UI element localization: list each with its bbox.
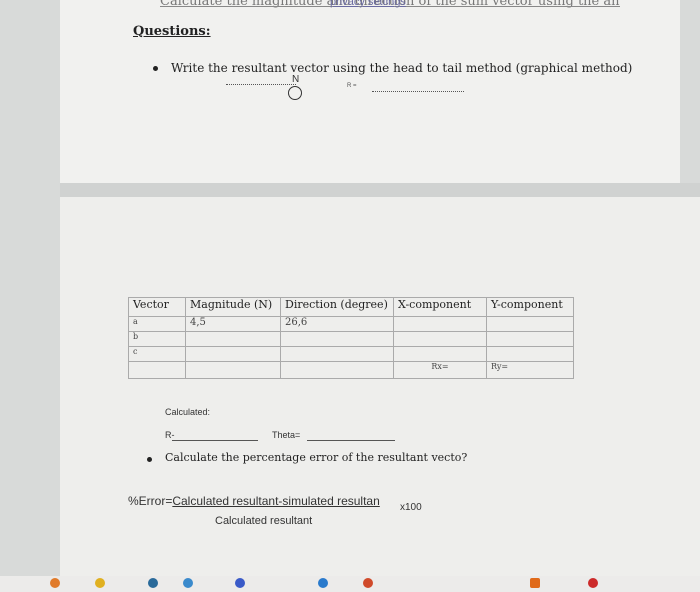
rx-cell: Rx=: [393, 361, 487, 379]
question-1: Write the resultant vector using the hea…: [171, 61, 633, 75]
table-cell: 4,5: [185, 316, 281, 332]
table-cell: [393, 316, 487, 332]
table-cell: [393, 331, 487, 347]
header-direction: Direction (degree): [280, 297, 394, 317]
table-cell: [486, 331, 574, 347]
theta-label: Theta=: [272, 430, 301, 440]
table-cell: [486, 316, 574, 332]
error-prefix: %Error=: [128, 494, 173, 508]
r-calculated-label: R-: [165, 430, 175, 440]
header-x-component: X-component: [393, 297, 487, 317]
table-cell: [486, 346, 574, 362]
table-row: a 4,5 26,6: [128, 316, 574, 332]
r-answer-line: [172, 440, 258, 441]
header-y-component: Y-component: [486, 297, 574, 317]
compass-n-label: N: [292, 74, 300, 85]
error-formula: %Error=Calculated resultant-simulated re…: [128, 494, 380, 508]
table-cell: [280, 331, 394, 347]
table-cell: 26,6: [280, 316, 394, 332]
table-cell: [280, 361, 394, 379]
app-icon[interactable]: [50, 578, 60, 588]
table-row: Rx= Ry=: [128, 361, 574, 379]
app-icon[interactable]: [148, 578, 158, 588]
north-compass-icon: N: [286, 74, 306, 104]
privacy-settings-link[interactable]: privacy settings: [330, 0, 406, 8]
app-icon[interactable]: [530, 578, 540, 588]
compass-circle-icon: [288, 86, 302, 100]
table-cell: a: [128, 316, 186, 332]
table-cell: [185, 331, 281, 347]
header-vector: Vector: [128, 297, 186, 317]
question-2: Calculate the percentage error of the re…: [165, 451, 468, 464]
bullet-icon: [153, 66, 158, 71]
theta-answer-line: [307, 440, 395, 441]
table-cell: [393, 346, 487, 362]
table-cell: c: [128, 346, 186, 362]
ry-cell: Ry=: [486, 361, 574, 379]
table-cell: [185, 361, 281, 379]
error-times: x100: [400, 502, 422, 513]
error-denominator: Calculated resultant: [215, 515, 313, 527]
r-dotted-line: [372, 90, 464, 92]
app-icon[interactable]: [183, 578, 193, 588]
app-icon[interactable]: [588, 578, 598, 588]
calculated-label: Calculated:: [165, 407, 211, 417]
app-icon[interactable]: [95, 578, 105, 588]
app-icon[interactable]: [235, 578, 245, 588]
vector-table: Vector Magnitude (N) Direction (degree) …: [128, 297, 574, 379]
error-numerator: Calculated resultant-simulated resultan: [172, 494, 380, 508]
taskbar: [0, 576, 700, 592]
table-header-row: Vector Magnitude (N) Direction (degree) …: [128, 297, 574, 317]
page-separator: [60, 183, 700, 197]
table-cell: [185, 346, 281, 362]
app-icon[interactable]: [363, 578, 373, 588]
table-row: b: [128, 331, 574, 347]
table-row: c: [128, 346, 574, 362]
table-cell: b: [128, 331, 186, 347]
document-page-2: [60, 197, 700, 592]
table-cell: [128, 361, 186, 379]
header-magnitude: Magnitude (N): [185, 297, 281, 317]
bullet-icon: [147, 457, 152, 462]
r-equals-label: R =: [347, 83, 357, 89]
app-icon[interactable]: [318, 578, 328, 588]
table-cell: [280, 346, 394, 362]
questions-heading: Questions:: [133, 24, 211, 39]
